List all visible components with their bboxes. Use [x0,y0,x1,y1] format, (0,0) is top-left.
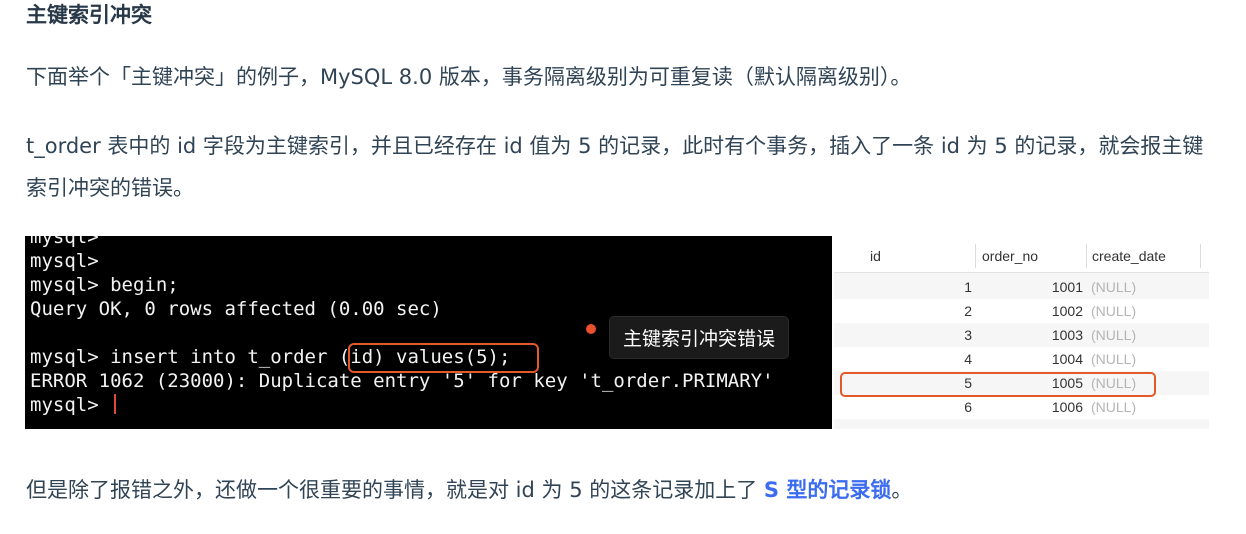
cell-order-no: 1006 [1051,399,1083,415]
cell-order-no: 1003 [1051,327,1083,343]
cell-create-date: (NULL) [1091,399,1137,415]
description-paragraph: t_order 表中的 id 字段为主键索引，并且已经存在 id 值为 5 的记… [26,134,1204,200]
section-heading: 主键索引冲突 [26,3,152,27]
s-record-lock-link[interactable]: S 型的记录锁 [764,478,891,502]
cell-order-no: 1004 [1051,351,1083,367]
intro-paragraph: 下面举个「主键冲突」的例子，MySQL 8.0 版本，事务隔离级别为可重复读（默… [26,65,912,89]
db-result-table: id order_no create_date 1 1001 (NULL) 2 … [834,239,1209,429]
terminal-cursor [114,394,117,414]
table-header: id order_no create_date [834,239,1209,273]
column-divider [975,244,976,268]
cell-id: 6 [964,399,972,415]
cell-order-no: 1002 [1051,303,1083,319]
terminal-screenshot: mysql> mysql> mysql> begin; Query OK, 0 … [25,236,832,429]
table-row: 6 1006 (NULL) [834,395,1209,419]
annotation-dot [586,324,596,334]
table-row: 4 1004 (NULL) [834,347,1209,371]
column-header-order-no: order_no [982,248,1039,264]
annotation-label: 主键索引冲突错误 [609,316,790,359]
error-highlight-box [348,343,539,373]
terminal-line: mysql> [30,250,99,272]
cell-create-date: (NULL) [1091,279,1137,295]
conclusion-text: 但是除了报错之外，还做一个很重要的事情，就是对 id 为 5 的这条记录加上了 [26,478,764,502]
terminal-line: Query OK, 0 rows affected (0.00 sec) [30,298,442,320]
terminal-line: mysql> begin; [30,274,179,296]
terminal-prompt: mysql> [30,394,111,416]
column-header-create-date: create_date [1092,248,1166,264]
cell-create-date: (NULL) [1091,327,1137,343]
conclusion-paragraph: 但是除了报错之外，还做一个很重要的事情，就是对 id 为 5 的这条记录加上了 … [26,469,1206,511]
cell-id: 2 [964,303,972,319]
table-row: 3 1003 (NULL) [834,323,1209,347]
conclusion-end: 。 [891,478,913,502]
table-row: 1 1001 (NULL) [834,275,1209,299]
cell-create-date: (NULL) [1091,351,1137,367]
cell-id: 4 [964,351,972,367]
cell-id: 1 [964,279,972,295]
terminal-prompt-line: mysql> [30,393,117,417]
cell-create-date: (NULL) [1091,303,1137,319]
column-divider [1200,244,1201,268]
terminal-line: mysql> [30,236,99,248]
cell-order-no: 1001 [1051,279,1083,295]
table-row: 2 1002 (NULL) [834,299,1209,323]
duplicate-row-highlight [840,372,1156,397]
column-divider [1086,244,1087,268]
column-header-id: id [870,248,881,264]
cell-id: 3 [964,327,972,343]
